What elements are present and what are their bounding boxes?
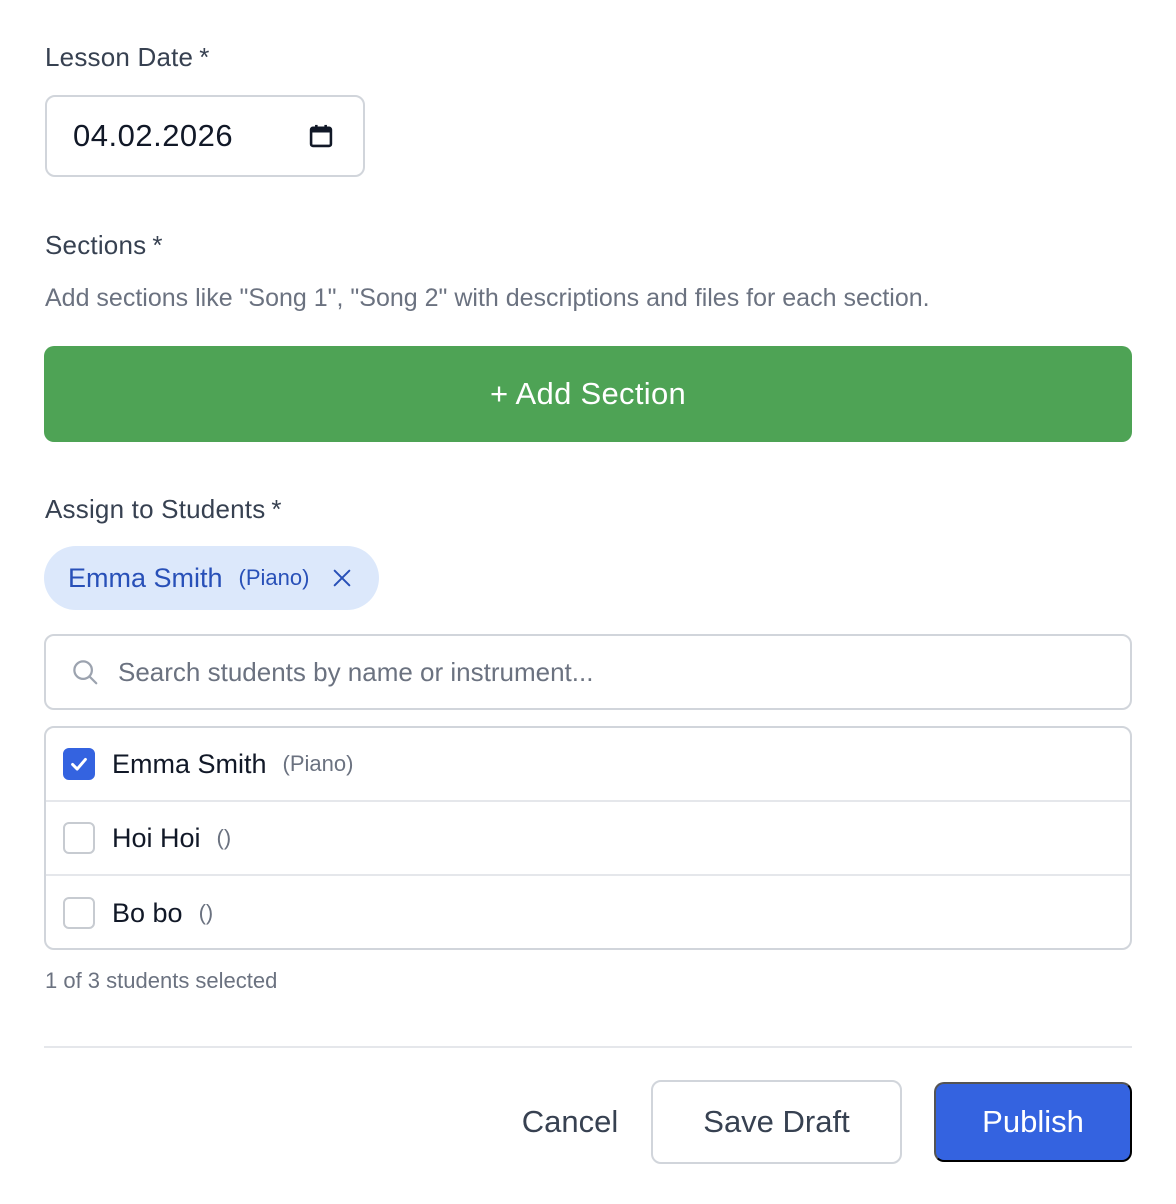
selection-count: 1 of 3 students selected: [45, 968, 278, 993]
footer-divider: [44, 1046, 1132, 1048]
student-search-box[interactable]: [44, 634, 1132, 710]
close-icon[interactable]: [331, 567, 353, 589]
cancel-button[interactable]: Cancel: [505, 1080, 635, 1164]
lesson-date-input[interactable]: 04.02.2026: [45, 95, 365, 177]
student-search-input[interactable]: [118, 656, 1130, 688]
students-label-text: Assign to Students: [45, 494, 266, 524]
required-marker: *: [152, 230, 163, 260]
student-instrument: (): [198, 900, 214, 925]
checkmark-icon: [71, 757, 87, 771]
student-instrument: (): [216, 825, 232, 850]
student-name: Emma Smith: [112, 748, 267, 779]
lesson-date-label: Lesson Date *: [45, 42, 210, 73]
lesson-date-value: 04.02.2026: [73, 118, 234, 153]
sections-help-text: Add sections like "Song 1", "Song 2" wit…: [45, 284, 930, 312]
student-row-bo-bo[interactable]: Bo bo (): [46, 876, 1130, 948]
calendar-icon[interactable]: [307, 122, 335, 150]
add-section-button[interactable]: + Add Section: [44, 346, 1132, 442]
student-instrument: (Piano): [282, 751, 354, 776]
lesson-form: Lesson Date * 04.02.2026 Sections * Add se…: [0, 0, 1176, 1204]
chip-student-instrument: (Piano): [238, 565, 310, 590]
chip-student-name: Emma Smith: [68, 562, 223, 593]
student-name: Hoi Hoi: [112, 822, 201, 853]
student-list: Emma Smith (Piano) Hoi Hoi () Bo bo (): [44, 726, 1132, 950]
student-checkbox[interactable]: [63, 897, 95, 929]
required-marker: *: [199, 42, 210, 72]
lesson-date-label-text: Lesson Date: [45, 42, 194, 72]
student-checkbox-checked[interactable]: [63, 748, 95, 780]
selected-student-chip: Emma Smith (Piano): [44, 546, 380, 610]
search-icon: [73, 660, 98, 685]
sections-label: Sections *: [45, 230, 163, 261]
student-row-hoi-hoi[interactable]: Hoi Hoi (): [46, 802, 1130, 876]
student-name: Bo bo: [112, 897, 183, 928]
save-draft-button[interactable]: Save Draft: [651, 1080, 902, 1164]
sections-label-text: Sections: [45, 230, 147, 260]
student-checkbox[interactable]: [63, 822, 95, 854]
students-label: Assign to Students *: [45, 494, 282, 525]
publish-button[interactable]: Publish: [934, 1082, 1132, 1162]
required-marker: *: [271, 494, 282, 524]
student-row-emma-smith[interactable]: Emma Smith (Piano): [46, 728, 1130, 802]
